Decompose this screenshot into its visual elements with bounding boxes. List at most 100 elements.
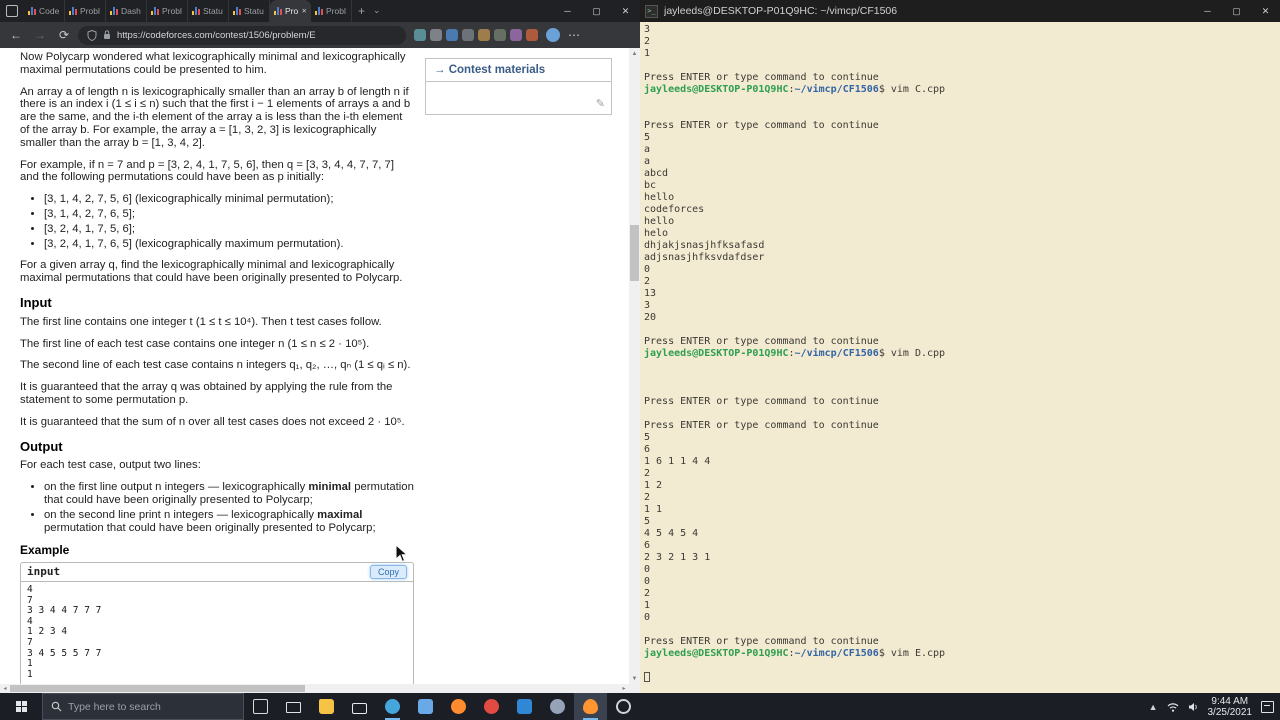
photos-icon[interactable] [409,693,442,720]
address-bar[interactable]: https://codeforces.com/contest/1506/prob… [78,25,406,45]
extension-8-icon[interactable] [526,29,538,41]
edge-icon [385,699,400,714]
extension-5-icon[interactable] [478,29,490,41]
terminal-minimize-button[interactable]: ─ [1193,0,1222,22]
vertical-scrollbar[interactable]: ▲ ▼ [629,48,640,684]
taskbar-search[interactable]: Type here to search [42,693,244,720]
problem-statement: Now Polycarp wondered what lexicographic… [20,51,414,684]
copy-input-button[interactable]: Copy [369,565,407,580]
back-icon[interactable]: ← [6,28,26,42]
terminal-line: abcd [644,168,669,179]
action-center-icon[interactable] [1261,700,1274,713]
scroll-down-icon[interactable]: ▼ [629,673,640,684]
browser-tab[interactable]: Probl [147,0,188,22]
terminal-line: 2 3 2 1 3 1 [644,552,711,563]
store-icon [352,702,367,714]
paragraph: Now Polycarp wondered what lexicographic… [20,51,406,76]
output-rules-list: on the first line output n integers — le… [20,481,414,534]
taskbar-clock[interactable]: 9:44 AM 3/25/2021 [1208,696,1253,718]
browser-tab[interactable]: Dash [106,0,147,22]
windows-logo-icon [15,701,27,712]
codeforces-favicon-icon [69,7,77,15]
edit-pencil-icon[interactable]: ✎ [596,97,605,110]
scroll-right-icon[interactable]: ▸ [619,684,629,693]
tab-strip-tabs: Code Probl Dash Probl Statu Statu Pro ✕ Probl [24,0,352,22]
task-view-icon[interactable] [244,693,277,720]
vscode-icon[interactable] [508,693,541,720]
terminal-icon[interactable] [574,693,607,720]
browser-menu-icon[interactable]: ⋯ [568,28,580,42]
contest-materials-title[interactable]: → Contest materials [426,59,611,82]
output-heading: Output [20,438,63,454]
mail-icon[interactable] [277,693,310,720]
browser-tab[interactable]: Probl [65,0,106,22]
tab-close-icon[interactable]: ✕ [302,7,307,15]
terminal-line: Press ENTER or type command to continue [644,396,879,407]
terminal-line: 0 [644,564,651,575]
close-button[interactable]: ✕ [611,0,640,22]
shield-icon [87,29,97,41]
minimize-button[interactable]: ─ [553,0,582,22]
steam-icon [550,699,565,714]
scroll-up-icon[interactable]: ▲ [629,48,640,59]
browser-tab[interactable]: Code [24,0,65,22]
volume-icon[interactable] [1188,702,1199,712]
extension-7-icon[interactable] [510,29,522,41]
terminal-titlebar[interactable]: >_ jayleeds@DESKTOP-P01Q9HC: ~/vimcp/CF1… [640,0,1280,22]
terminal-maximize-button[interactable]: ▢ [1222,0,1251,22]
tab-title: Probl [326,6,346,16]
horizontal-scrollbar[interactable]: ◂ ▸ [0,684,629,693]
browser-tab[interactable]: Statu [188,0,229,22]
extension-1-icon[interactable] [414,29,426,41]
terminal-line: 0 [644,576,651,587]
store-icon[interactable] [343,693,376,720]
terminal-title: jayleeds@DESKTOP-P01Q9HC: ~/vimcp/CF1506 [664,5,898,17]
file-explorer-icon[interactable] [310,693,343,720]
terminal-close-button[interactable]: ✕ [1251,0,1280,22]
browser-tab[interactable]: Probl [311,0,352,22]
forward-icon[interactable]: → [30,28,50,42]
workspaces-icon[interactable] [6,5,18,17]
terminal-output[interactable]: 321 Press ENTER or type command to conti… [640,22,1280,693]
extension-6-icon[interactable] [494,29,506,41]
sample-input-header: input Copy [21,563,413,583]
steam-icon[interactable] [541,693,574,720]
horizontal-scrollbar-thumb[interactable] [10,685,305,692]
permutation-list: [3, 1, 4, 2, 7, 5, 6] (lexicographically… [20,193,414,250]
tab-title: Probl [80,6,100,16]
mouse-cursor [395,544,408,563]
extension-2-icon[interactable] [430,29,442,41]
terminal-line: helo [644,228,669,239]
maximize-button[interactable]: ▢ [582,0,611,22]
extension-3-icon[interactable] [446,29,458,41]
vertical-scrollbar-thumb[interactable] [630,225,639,281]
browser-tab[interactable]: Statu [229,0,270,22]
codeforces-favicon-icon [274,7,282,15]
scroll-left-icon[interactable]: ◂ [0,684,10,693]
cortana-icon[interactable] [607,693,640,720]
tray-chevron-up-icon[interactable]: ▲ [1149,702,1158,712]
extension-4-icon[interactable] [462,29,474,41]
extensions-bar [414,29,538,41]
browser-tab[interactable]: Pro ✕ [270,0,311,22]
new-tab-button[interactable]: + [358,4,365,18]
wifi-icon[interactable] [1167,702,1179,712]
taskbar-app-icons [244,693,640,720]
profile-avatar[interactable] [546,28,560,42]
paragraph: It is guaranteed that the array q was ob… [20,381,393,406]
edge-icon[interactable] [376,693,409,720]
start-button[interactable] [0,693,42,720]
terminal-line: adjsnasjhfksvdafdser [644,252,765,263]
firefox-icon[interactable] [442,693,475,720]
opera-icon[interactable] [475,693,508,720]
refresh-icon[interactable]: ⟳ [54,28,74,42]
tab-search-caret-icon[interactable]: ⌄ [373,5,381,16]
tab-title: Dash [121,6,141,16]
terminal-line: 2 [644,276,651,287]
